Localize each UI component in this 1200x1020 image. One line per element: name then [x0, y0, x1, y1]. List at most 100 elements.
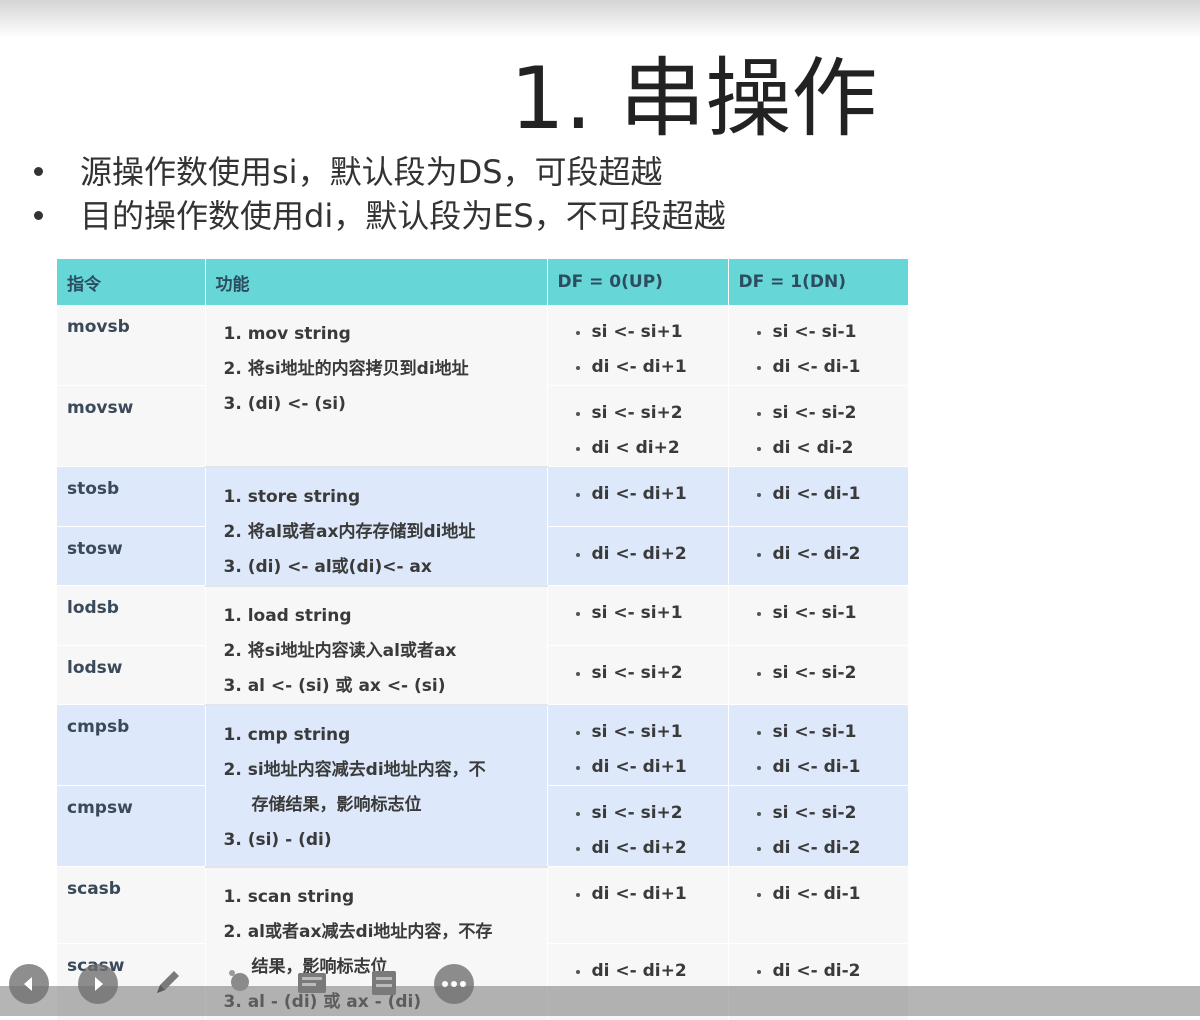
- instr-cell: cmpsb: [57, 704, 206, 786]
- forward-icon[interactable]: [78, 964, 118, 1004]
- flag-entry: di <- di-1: [756, 877, 908, 912]
- df0-cell: si <- si+1 di <- di+1: [547, 704, 729, 786]
- func-line: 1. load string: [223, 605, 352, 626]
- more-icon[interactable]: [434, 964, 474, 1004]
- table-body: movsb 1. mov string 2. 将si地址的内容拷贝到di地址 3. (…: [57, 305, 909, 1020]
- func-cell: 1. mov string 2. 将si地址的内容拷贝到di地址 3. (di) <…: [205, 305, 548, 468]
- top-shade: [0, 0, 1200, 38]
- df1-cell: di <- di-2: [728, 526, 909, 586]
- flag-entry: di <- di+1: [575, 477, 728, 512]
- table-row: movsb 1. mov string 2. 将si地址的内容拷贝到di地址 3. (…: [57, 305, 909, 468]
- df1-cell: si <- si-2 di < di-2: [728, 385, 909, 467]
- flag-entry: si <- si+2: [575, 396, 728, 431]
- instr-cell: lodsw: [57, 645, 206, 705]
- df0-cell: di <- di+1: [547, 866, 729, 944]
- df1-cell: si <- si-2 di <- di-2: [728, 785, 909, 867]
- flag-entry: di <- di-2: [756, 537, 908, 572]
- flag-entry: si <- si-1: [756, 596, 908, 631]
- func-line: 1. store string: [223, 486, 361, 507]
- string-ops-table: 指令 功能 DF = 0(UP) DF = 1(DN) movsb 1. mov …: [57, 259, 909, 1020]
- df1-cell: si <- si-1 di <- di-1: [728, 305, 909, 386]
- table-row: stosb 1. store string 2. 将al或者ax内存存储到di地址 3…: [57, 466, 909, 587]
- df1-cell: di <- di-1: [728, 466, 909, 527]
- header-instr: 指令: [57, 259, 206, 305]
- bullet-dot-icon: [34, 167, 43, 176]
- func-line: 2. si地址内容减去di地址内容，不: [223, 759, 486, 780]
- flag-entry: si <- si+1: [575, 715, 728, 750]
- df0-cell: si <- si+1: [547, 585, 729, 646]
- instr-cell: movsw: [57, 385, 206, 467]
- flag-entry: di <- di-1: [756, 350, 908, 385]
- func-list: 1. mov string 2. 将si地址的内容拷贝到di地址 3. (di) <…: [224, 317, 533, 422]
- flag-entry: si <- si-1: [756, 715, 908, 750]
- flag-entry: si <- si+2: [575, 656, 728, 691]
- func-line: 3. al <- (si) 或 ax <- (si): [223, 675, 446, 696]
- func-line: 2. 将si地址内容读入al或者ax: [223, 640, 457, 661]
- func-line: 2. 将si地址的内容拷贝到di地址: [223, 359, 469, 379]
- func-cell: 1. cmp string 2. si地址内容减去di地址内容，不存储结果，影响标…: [205, 704, 548, 868]
- header-df0: DF = 0(UP): [547, 259, 729, 305]
- df0-cell: si <- si+2 di < di+2: [547, 385, 729, 467]
- table-row: cmpsb 1. cmp string 2. si地址内容减去di地址内容，不存储结…: [57, 704, 909, 868]
- pointer-icon[interactable]: [220, 962, 260, 1002]
- table-row: lodsb 1. load string 2. 将si地址内容读入al或者ax 3. …: [57, 585, 909, 706]
- flag-entry: di < di+2: [575, 431, 728, 466]
- func-list: 1. store string 2. 将al或者ax内存存储到di地址 3. (di…: [224, 480, 533, 585]
- instr-cell: cmpsw: [57, 785, 206, 867]
- table-row: scasb 1. scan string 2. al或者ax减去di地址内容，不存结…: [57, 866, 909, 1020]
- func-cell: 1. load string 2. 将si地址内容读入al或者ax 3. al <-…: [205, 585, 548, 706]
- func-line: 存储结果，影响标志位: [251, 794, 422, 815]
- flag-entry: si <- si-2: [756, 656, 908, 691]
- df1-cell: si <- si-2: [728, 645, 909, 705]
- pen-icon[interactable]: [148, 962, 188, 1002]
- flag-entry: si <- si+2: [575, 796, 728, 831]
- back-icon[interactable]: [9, 964, 49, 1004]
- presentation-toolbar: [0, 950, 1200, 1020]
- df1-cell: di <- di-1: [728, 866, 909, 944]
- header-df1: DF = 1(DN): [728, 259, 909, 305]
- instr-cell: stosb: [57, 466, 206, 527]
- func-line: 3. (si) - (di): [223, 829, 332, 850]
- flag-entry: di <- di+1: [575, 877, 728, 912]
- flag-entry: si <- si+1: [575, 596, 728, 631]
- df0-cell: si <- si+1 di <- di+1: [547, 305, 729, 386]
- instr-cell: lodsb: [57, 585, 206, 646]
- df0-cell: di <- di+2: [547, 526, 729, 586]
- df0-cell: di <- di+1: [547, 466, 729, 527]
- instr-cell: movsb: [57, 305, 206, 386]
- notes-icon[interactable]: [364, 962, 404, 1002]
- flag-entry: di < di-2: [756, 431, 908, 466]
- slides-icon[interactable]: [292, 962, 332, 1002]
- func-line: 1. cmp string: [223, 724, 351, 745]
- header-func: 功能: [205, 259, 548, 305]
- flag-entry: di <- di-1: [756, 750, 908, 785]
- func-line: 2. 将al或者ax内存存储到di地址: [223, 521, 476, 542]
- func-line: 3. (di) <- (si): [223, 394, 346, 414]
- df0-cell: si <- si+2: [547, 645, 729, 705]
- flag-entry: si <- si-2: [756, 396, 908, 431]
- df0-cell: si <- si+2 di <- di+2: [547, 785, 729, 867]
- bullet-text: 源操作数使用si，默认段为DS，可段超越: [80, 153, 663, 191]
- flag-entry: di <- di+2: [575, 537, 728, 572]
- bullet-item: 源操作数使用si，默认段为DS，可段超越: [30, 150, 726, 194]
- func-list: 1. cmp string 2. si地址内容减去di地址内容，不存储结果，影响标…: [224, 718, 533, 858]
- func-cell: 1. store string 2. 将al或者ax内存存储到di地址 3. (di…: [205, 466, 548, 587]
- func-line: 2. al或者ax减去di地址内容，不存: [223, 921, 493, 942]
- bullet-dot-icon: [34, 211, 43, 220]
- flag-entry: si <- si+1: [575, 315, 728, 350]
- slide-title: 1. 串操作: [510, 49, 878, 149]
- flag-entry: di <- di-2: [756, 831, 908, 866]
- flag-entry: di <- di+1: [575, 350, 728, 385]
- bullet-text: 目的操作数使用di，默认段为ES，不可段超越: [80, 197, 726, 235]
- df1-cell: si <- si-1: [728, 585, 909, 646]
- func-line: 1. mov string: [223, 324, 351, 344]
- flag-entry: di <- di-1: [756, 477, 908, 512]
- flag-entry: di <- di+1: [575, 750, 728, 785]
- instr-cell: scasb: [57, 866, 206, 944]
- df1-cell: si <- si-1 di <- di-1: [728, 704, 909, 786]
- func-line: 1. scan string: [223, 886, 355, 907]
- flag-entry: si <- si-1: [756, 315, 908, 350]
- bullet-list: 源操作数使用si，默认段为DS，可段超越 目的操作数使用di，默认段为ES，不可…: [30, 150, 726, 238]
- table-header-row: 指令 功能 DF = 0(UP) DF = 1(DN): [57, 259, 909, 305]
- flag-entry: di <- di+2: [575, 831, 728, 866]
